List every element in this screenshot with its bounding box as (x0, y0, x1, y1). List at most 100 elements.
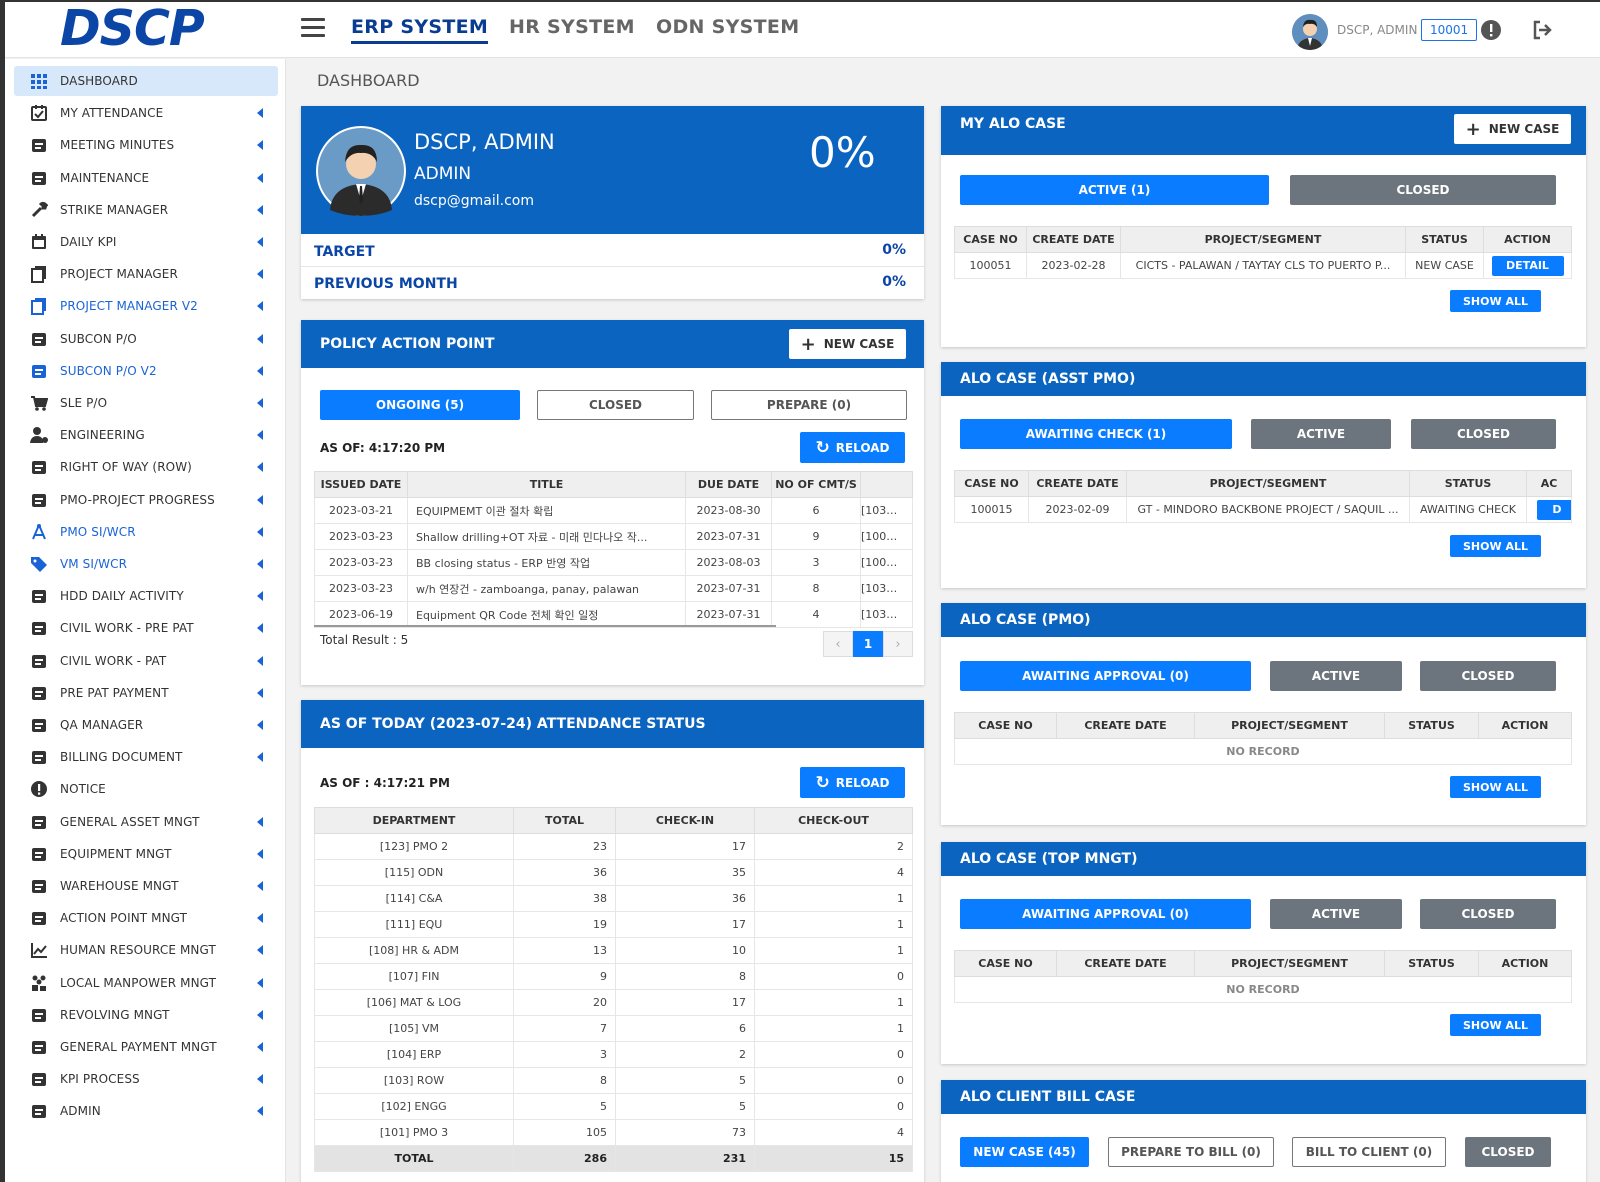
sidebar-item-my-attendance[interactable]: MY ATTENDANCE (14, 98, 278, 128)
caret-left-icon[interactable] (257, 301, 263, 312)
sidebar-item-civil-work-pre-pat[interactable]: CIVIL WORK - PRE PAT (14, 613, 278, 643)
sidebar-item-hdd-daily-activity[interactable]: HDD DAILY ACTIVITY (14, 581, 278, 611)
sidebar-item-notice[interactable]: NOTICE (14, 774, 278, 804)
caret-left-icon[interactable] (257, 398, 263, 408)
caret-left-icon[interactable] (257, 977, 263, 988)
tab-closed[interactable]: CLOSED (1420, 661, 1556, 691)
table-row[interactable]: 2023-03-23 Shallow drilling+OT 자료 - 미래 민다… (314, 523, 913, 550)
tab-closed[interactable]: CLOSED (1420, 899, 1556, 929)
sidebar-item-general-asset-mngt[interactable]: GENERAL ASSET MNGT (14, 807, 278, 837)
policy-reload-button[interactable]: ↻ RELOAD (800, 432, 905, 463)
caret-left-icon[interactable] (257, 945, 263, 956)
sidebar-item-action-point-mngt[interactable]: ACTION POINT MNGT (14, 903, 278, 933)
page-current[interactable]: 1 (853, 631, 883, 657)
caret-left-icon[interactable] (257, 720, 263, 730)
page-next-icon[interactable]: › (883, 631, 913, 657)
nav-erp-system[interactable]: ERP SYSTEM (351, 16, 489, 44)
tab-closed[interactable]: CLOSED (1290, 175, 1556, 205)
sidebar-item-billing-document[interactable]: BILLING DOCUMENT (14, 742, 278, 772)
sidebar-item-right-of-way-row[interactable]: RIGHT OF WAY (ROW) (14, 452, 278, 482)
sidebar-item-local-manpower-mngt[interactable]: LOCAL MANPOWER MNGT (14, 968, 278, 998)
caret-left-icon[interactable] (257, 108, 263, 119)
nav-odn-system[interactable]: ODN SYSTEM (656, 16, 799, 38)
caret-left-icon[interactable] (257, 237, 263, 247)
sidebar-item-subcon-p-o[interactable]: SUBCON P/O (14, 324, 278, 354)
notice-icon[interactable] (1480, 19, 1502, 41)
caret-left-icon[interactable] (257, 462, 263, 473)
caret-left-icon[interactable] (257, 623, 263, 634)
show-all-button[interactable]: SHOW ALL (1450, 290, 1541, 312)
caret-left-icon[interactable] (257, 172, 263, 183)
sidebar-item-vm-si-wcr[interactable]: VM SI/WCR (14, 549, 278, 579)
detail-button[interactable]: DETAIL (1491, 255, 1564, 276)
table-row[interactable]: 2023-03-23 w/h 연장건 - zamboanga, panay, pa… (314, 575, 913, 602)
caret-left-icon[interactable] (257, 430, 263, 441)
my-alo-new-case-button[interactable]: + NEW CASE (1454, 114, 1571, 144)
sidebar-item-admin[interactable]: ADMIN (14, 1096, 278, 1126)
app-logo[interactable]: DSCP (60, 2, 205, 57)
tab-closed[interactable]: CLOSED (1411, 419, 1556, 449)
caret-left-icon[interactable] (257, 913, 263, 924)
tab-new-case[interactable]: NEW CASE (45) (960, 1137, 1089, 1167)
sidebar-item-subcon-p-o-v2[interactable]: SUBCON P/O V2 (14, 356, 278, 386)
caret-left-icon[interactable] (257, 1106, 263, 1117)
show-all-button[interactable]: SHOW ALL (1450, 1014, 1541, 1036)
caret-left-icon[interactable] (257, 591, 263, 602)
sidebar-item-civil-work-pat[interactable]: CIVIL WORK - PAT (14, 646, 278, 676)
scrollbar[interactable] (314, 625, 776, 627)
sidebar-item-human-resource-mngt[interactable]: HUMAN RESOURCE MNGT (14, 935, 278, 965)
menu-toggle-icon[interactable] (301, 18, 325, 40)
sidebar-item-maintenance[interactable]: MAINTENANCE (14, 163, 278, 193)
tab-prepare-to-bill[interactable]: PREPARE TO BILL (0) (1108, 1137, 1274, 1167)
table-row[interactable]: 2023-06-19 Equipment QR Code 전체 확인 일정 2023… (314, 601, 913, 628)
tab-ongoing[interactable]: ONGOING (5) (320, 390, 520, 420)
sidebar-item-engineering[interactable]: ENGINEERING (14, 420, 278, 450)
show-all-button[interactable]: SHOW ALL (1450, 776, 1541, 798)
tab-active[interactable]: ACTIVE (1) (960, 175, 1269, 205)
page-prev-icon[interactable]: ‹ (823, 631, 853, 657)
tab-active[interactable]: ACTIVE (1251, 419, 1391, 449)
caret-left-icon[interactable] (257, 204, 263, 215)
attendance-reload-button[interactable]: ↻ RELOAD (800, 767, 905, 798)
caret-left-icon[interactable] (257, 494, 263, 505)
tab-active[interactable]: ACTIVE (1270, 899, 1402, 929)
sidebar-item-meeting-minutes[interactable]: MEETING MINUTES (14, 130, 278, 160)
sidebar-item-project-manager-v2[interactable]: PROJECT MANAGER V2 (14, 291, 278, 321)
caret-left-icon[interactable] (257, 140, 263, 151)
caret-left-icon[interactable] (257, 559, 263, 569)
tab-awaiting-check[interactable]: AWAITING CHECK (1) (960, 419, 1232, 449)
caret-left-icon[interactable] (257, 333, 263, 344)
logout-icon[interactable] (1531, 19, 1553, 41)
sidebar-item-pmo-project-progress[interactable]: PMO-PROJECT PROGRESS (14, 485, 278, 515)
sidebar-item-pmo-si-wcr[interactable]: PMO SI/WCR (14, 517, 278, 547)
tab-awaiting-approval[interactable]: AWAITING APPROVAL (0) (960, 899, 1251, 929)
sidebar-item-daily-kpi[interactable]: DAILY KPI (14, 227, 278, 257)
sidebar-item-general-payment-mngt[interactable]: GENERAL PAYMENT MNGT (14, 1032, 278, 1062)
caret-left-icon[interactable] (257, 1074, 263, 1085)
sidebar-item-pre-pat-payment[interactable]: PRE PAT PAYMENT (14, 678, 278, 708)
sidebar-item-project-manager[interactable]: PROJECT MANAGER (14, 259, 278, 289)
caret-left-icon[interactable] (257, 1009, 263, 1020)
caret-left-icon[interactable] (257, 526, 263, 537)
tab-closed[interactable]: CLOSED (537, 390, 694, 420)
sidebar-item-warehouse-mngt[interactable]: WAREHOUSE MNGT (14, 871, 278, 901)
caret-left-icon[interactable] (257, 1042, 263, 1052)
sidebar-item-revolving-mngt[interactable]: REVOLVING MNGT (14, 1000, 278, 1030)
table-row[interactable]: 2023-03-23 BB closing status - ERP 반영 작업 2… (314, 549, 913, 576)
caret-left-icon[interactable] (257, 881, 263, 891)
tab-active[interactable]: ACTIVE (1270, 661, 1402, 691)
nav-hr-system[interactable]: HR SYSTEM (509, 16, 635, 38)
sidebar-item-dashboard[interactable]: DASHBOARD (14, 66, 278, 96)
caret-left-icon[interactable] (257, 752, 263, 763)
tab-closed[interactable]: CLOSED (1465, 1137, 1551, 1167)
sidebar-item-equipment-mngt[interactable]: EQUIPMENT MNGT (14, 839, 278, 869)
detail-button[interactable]: D (1537, 499, 1571, 520)
caret-left-icon[interactable] (257, 655, 263, 666)
caret-left-icon[interactable] (257, 687, 263, 698)
caret-left-icon[interactable] (257, 848, 263, 859)
avatar[interactable] (1292, 14, 1328, 50)
show-all-button[interactable]: SHOW ALL (1450, 535, 1541, 557)
sidebar-item-qa-manager[interactable]: QA MANAGER (14, 710, 278, 740)
policy-new-case-button[interactable]: + NEW CASE (789, 329, 906, 359)
caret-left-icon[interactable] (257, 816, 263, 827)
